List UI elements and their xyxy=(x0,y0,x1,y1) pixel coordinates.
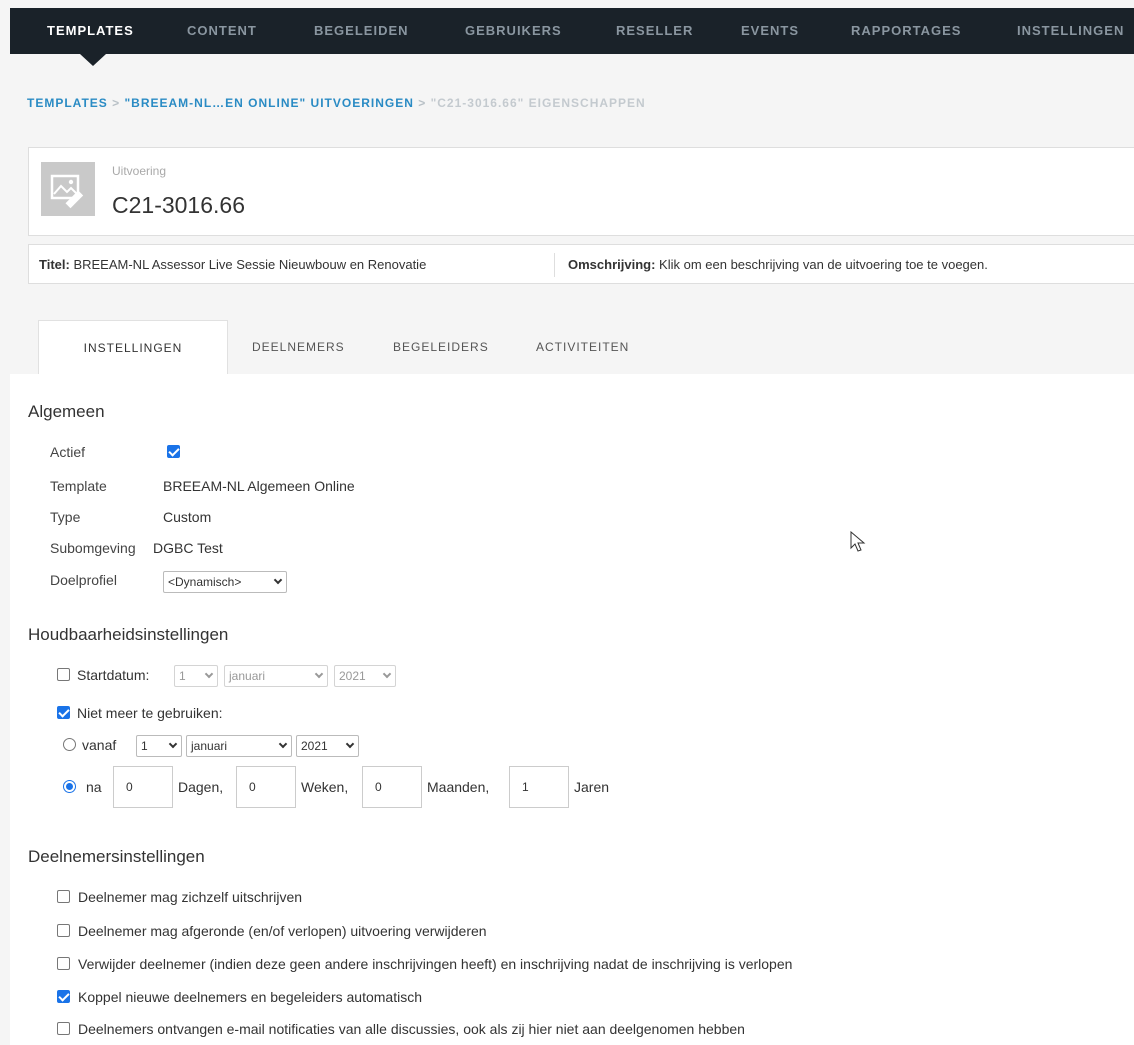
option-uitvoering-verwijderen-label: Deelnemer mag afgeronde (en/of verlopen)… xyxy=(78,923,487,939)
image-edit-icon[interactable] xyxy=(41,162,95,216)
na-label: na xyxy=(86,779,102,795)
vanaf-label: vanaf xyxy=(82,737,117,753)
startdatum-month-value: januari xyxy=(229,669,266,683)
section-title-deelnemers: Deelnemersinstellingen xyxy=(28,847,205,866)
dagen-input[interactable]: 0 xyxy=(113,766,173,808)
startdatum-year-value: 2021 xyxy=(339,669,366,683)
weken-label: Weken, xyxy=(301,779,349,795)
breadcrumb-uitvoeringen[interactable]: "BREEAM-NL…EN ONLINE" UITVOERINGEN xyxy=(124,96,413,110)
chevron-down-icon xyxy=(278,739,288,749)
maanden-label: Maanden, xyxy=(427,779,490,795)
startdatum-month-select[interactable]: januari xyxy=(224,665,328,687)
option-email-notificaties-label: Deelnemers ontvangen e-mail notificaties… xyxy=(78,1021,745,1037)
tab-instellingen[interactable]: INSTELLINGEN xyxy=(38,320,228,374)
tab-deelnemers[interactable]: DEELNEMERS xyxy=(252,320,345,374)
nav-item-instellingen[interactable]: INSTELLINGEN xyxy=(1017,8,1124,54)
doelprofiel-selected: <Dynamisch> xyxy=(168,575,242,589)
option-zichzelf-uitschrijven-label: Deelnemer mag zichzelf uitschrijven xyxy=(78,889,303,905)
nav-item-content[interactable]: CONTENT xyxy=(187,8,257,54)
omschrijving-field[interactable]: Omschrijving: Klik om een beschrijving v… xyxy=(568,257,988,272)
weken-input[interactable]: 0 xyxy=(236,766,296,808)
niet-meer-label: Niet meer te gebruiken: xyxy=(77,705,223,721)
chevron-down-icon xyxy=(382,669,392,679)
divider xyxy=(554,253,555,277)
option-email-notificaties-checkbox[interactable] xyxy=(57,1022,70,1035)
vanaf-day-value: 1 xyxy=(141,739,148,753)
type-label: Type xyxy=(50,509,81,525)
vanaf-year-select[interactable]: 2021 xyxy=(296,735,359,757)
option-zichzelf-uitschrijven-checkbox[interactable] xyxy=(57,890,70,903)
jaren-input[interactable]: 1 xyxy=(509,766,569,808)
niet-meer-checkbox[interactable] xyxy=(57,706,70,719)
startdatum-day-value: 1 xyxy=(179,669,186,683)
vanaf-month-value: januari xyxy=(191,739,228,753)
chevron-down-icon xyxy=(345,739,355,749)
nav-item-templates[interactable]: TEMPLATES xyxy=(47,8,134,54)
titel-label: Titel: xyxy=(39,257,70,272)
chevron-down-icon xyxy=(168,739,178,749)
vanaf-month-select[interactable]: januari xyxy=(186,735,292,757)
breadcrumb-templates[interactable]: TEMPLATES xyxy=(27,96,108,110)
startdatum-day-select[interactable]: 1 xyxy=(174,665,218,687)
template-value: BREEAM-NL Algemeen Online xyxy=(163,478,355,494)
top-navigation: TEMPLATES CONTENT BEGELEIDEN GEBRUIKERS … xyxy=(10,8,1134,54)
breadcrumb-current: "C21-3016.66" EIGENSCHAPPEN xyxy=(430,96,646,110)
tab-activiteiten[interactable]: ACTIVITEITEN xyxy=(536,320,629,374)
active-nav-indicator xyxy=(80,54,106,66)
maanden-input[interactable]: 0 xyxy=(362,766,422,808)
startdatum-checkbox[interactable] xyxy=(57,668,70,681)
breadcrumb-separator: > xyxy=(112,96,121,110)
omschrijving-label: Omschrijving: xyxy=(568,257,656,272)
titel-value: BREEAM-NL Assessor Live Sessie Nieuwbouw… xyxy=(73,257,427,272)
option-verwijder-deelnemer-checkbox[interactable] xyxy=(57,957,70,970)
dagen-label: Dagen, xyxy=(178,779,224,795)
breadcrumb-separator: > xyxy=(418,96,427,110)
omschrijving-value[interactable]: Klik om een beschrijving van de uitvoeri… xyxy=(659,257,988,272)
mouse-pointer-icon xyxy=(850,531,866,552)
header-card: Uitvoering C21-3016.66 xyxy=(28,147,1134,236)
template-label: Template xyxy=(50,478,107,494)
entity-type-label: Uitvoering xyxy=(112,164,167,178)
nav-item-gebruikers[interactable]: GEBRUIKERS xyxy=(465,8,562,54)
subomgeving-value: DGBC Test xyxy=(153,540,223,556)
chevron-down-icon xyxy=(273,575,283,585)
type-value: Custom xyxy=(163,509,212,525)
chevron-down-icon xyxy=(204,669,214,679)
startdatum-year-select[interactable]: 2021 xyxy=(334,665,396,687)
chevron-down-icon xyxy=(314,669,324,679)
section-title-houdbaarheid: Houdbaarheidsinstellingen xyxy=(28,625,229,644)
option-uitvoering-verwijderen-checkbox[interactable] xyxy=(57,924,70,937)
vanaf-day-select[interactable]: 1 xyxy=(136,735,182,757)
nav-item-events[interactable]: EVENTS xyxy=(741,8,799,54)
na-radio[interactable] xyxy=(63,780,76,793)
nav-item-begeleiden[interactable]: BEGELEIDEN xyxy=(314,8,409,54)
option-verwijder-deelnemer-label: Verwijder deelnemer (indien deze geen an… xyxy=(78,956,793,972)
info-card: Titel: BREEAM-NL Assessor Live Sessie Ni… xyxy=(28,244,1134,284)
doelprofiel-select[interactable]: <Dynamisch> xyxy=(163,571,287,593)
vanaf-radio[interactable] xyxy=(63,738,76,751)
breadcrumb: TEMPLATES > "BREEAM-NL…EN ONLINE" UITVOE… xyxy=(27,96,646,110)
titel-field: Titel: BREEAM-NL Assessor Live Sessie Ni… xyxy=(39,257,426,272)
section-title-algemeen: Algemeen xyxy=(28,402,105,421)
tab-begeleiders[interactable]: BEGELEIDERS xyxy=(393,320,489,374)
nav-item-rapportages[interactable]: RAPPORTAGES xyxy=(851,8,961,54)
jaren-label: Jaren xyxy=(574,779,610,795)
option-koppel-automatisch-label: Koppel nieuwe deelnemers en begeleiders … xyxy=(78,989,422,1005)
nav-item-reseller[interactable]: RESELLER xyxy=(616,8,693,54)
actief-label: Actief xyxy=(50,444,86,460)
option-koppel-automatisch-checkbox[interactable] xyxy=(57,990,70,1003)
subomgeving-label: Subomgeving xyxy=(50,540,136,556)
startdatum-label: Startdatum: xyxy=(77,667,150,683)
page-title: C21-3016.66 xyxy=(112,192,245,218)
vanaf-year-value: 2021 xyxy=(301,739,328,753)
doelprofiel-label: Doelprofiel xyxy=(50,572,117,588)
actief-checkbox[interactable] xyxy=(167,445,180,458)
